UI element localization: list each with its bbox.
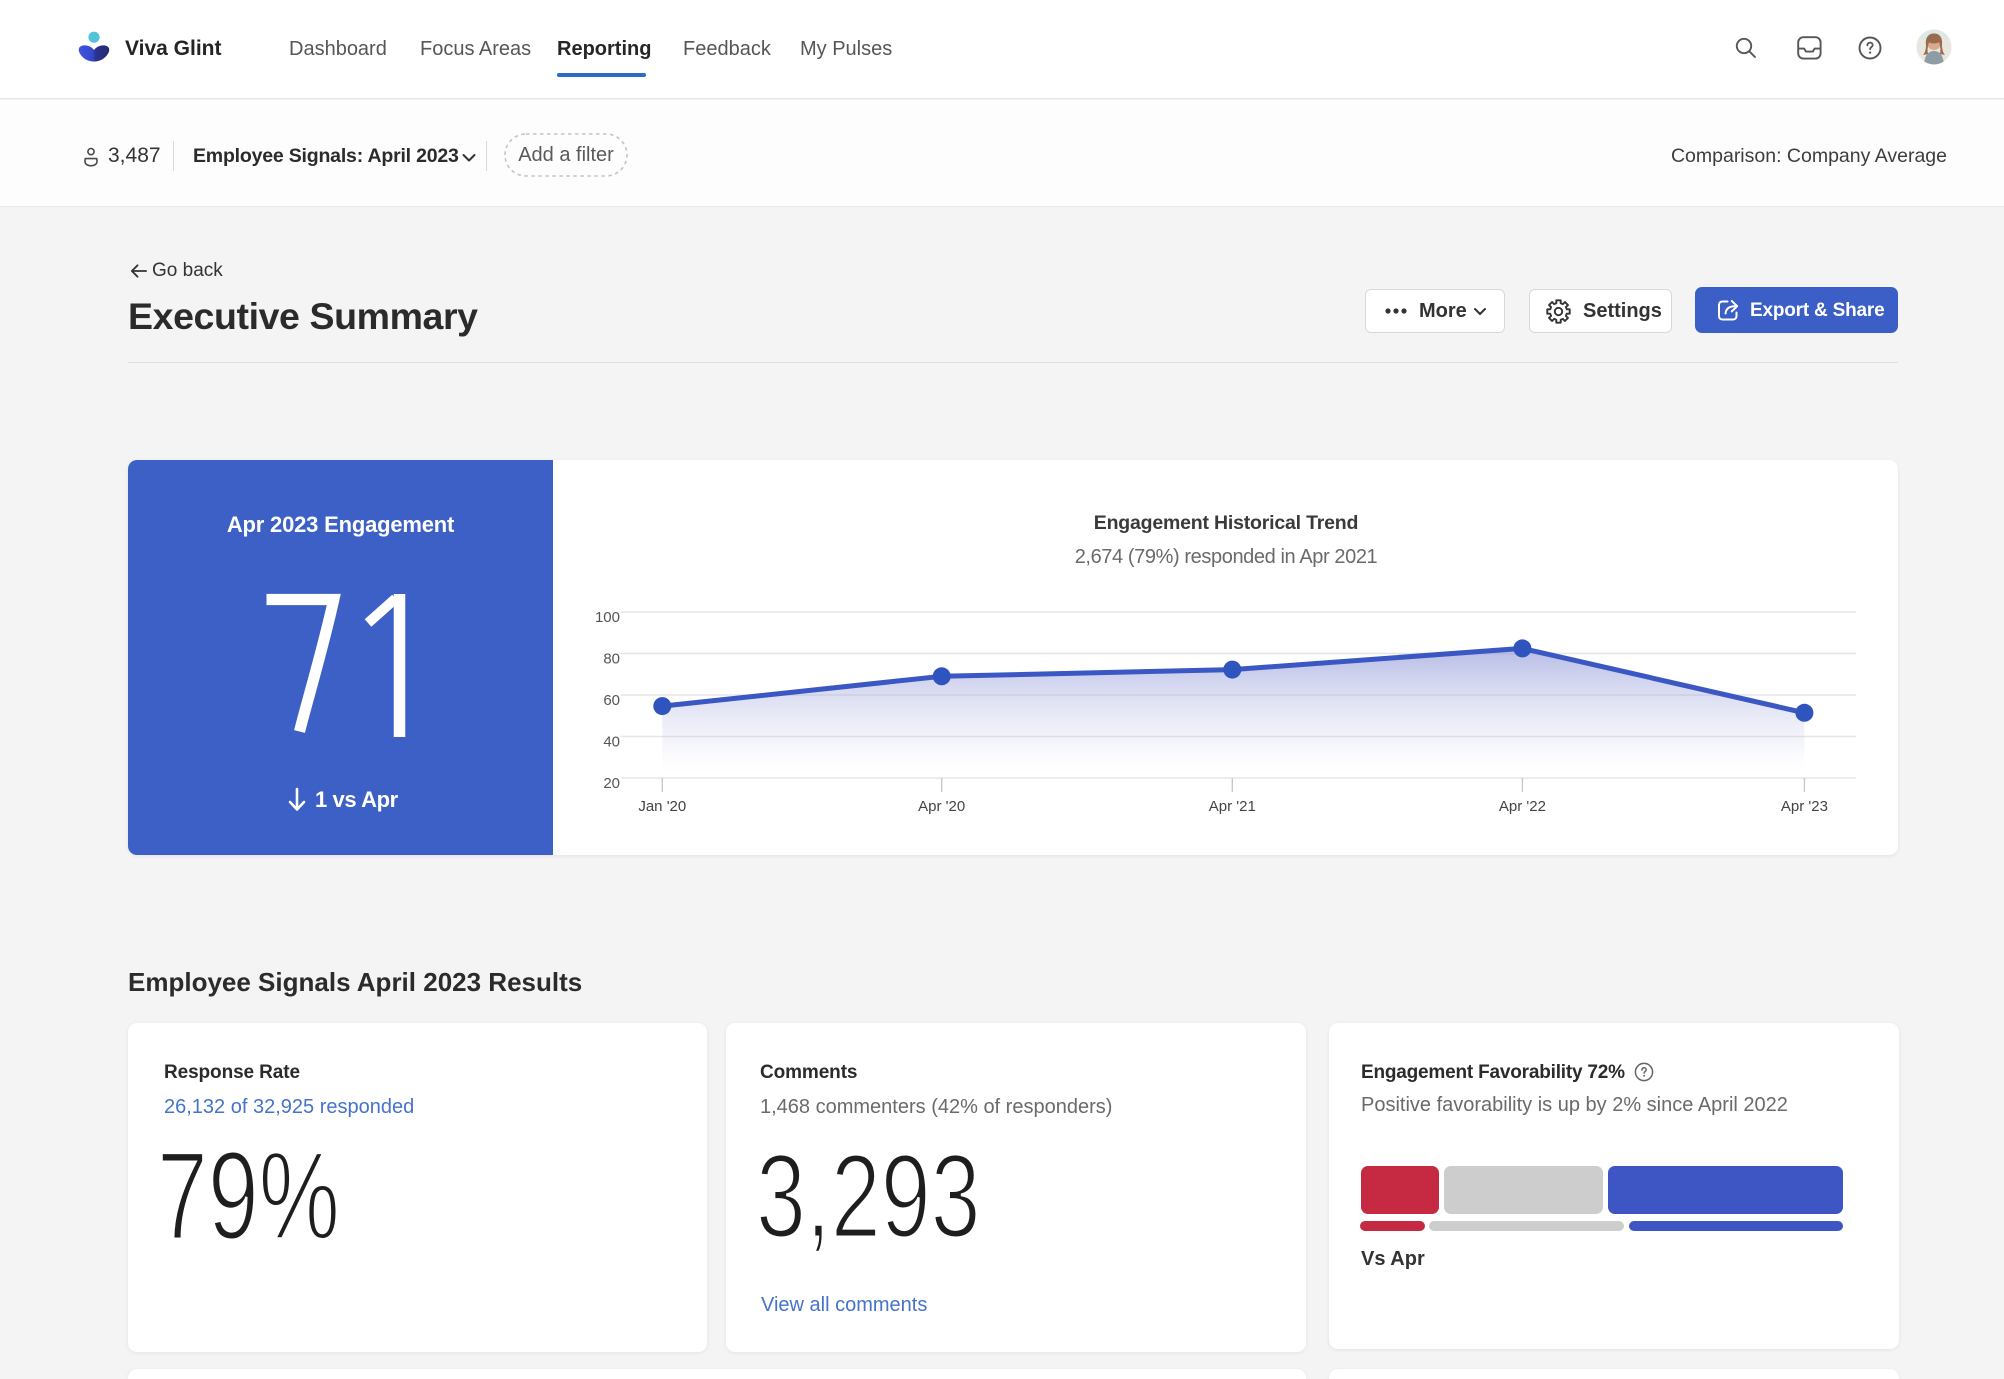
svg-text:Jan '20: Jan '20 (638, 798, 686, 815)
svg-text:60: 60 (603, 692, 620, 709)
svg-text:Apr '23: Apr '23 (1781, 798, 1828, 815)
svg-text:40: 40 (603, 734, 620, 751)
svg-text:Apr '21: Apr '21 (1209, 798, 1256, 815)
svg-text:20: 20 (603, 775, 620, 792)
svg-text:80: 80 (603, 651, 620, 668)
svg-text:Apr '22: Apr '22 (1499, 798, 1546, 815)
svg-text:Apr '20: Apr '20 (918, 798, 965, 815)
svg-text:100: 100 (595, 609, 620, 626)
